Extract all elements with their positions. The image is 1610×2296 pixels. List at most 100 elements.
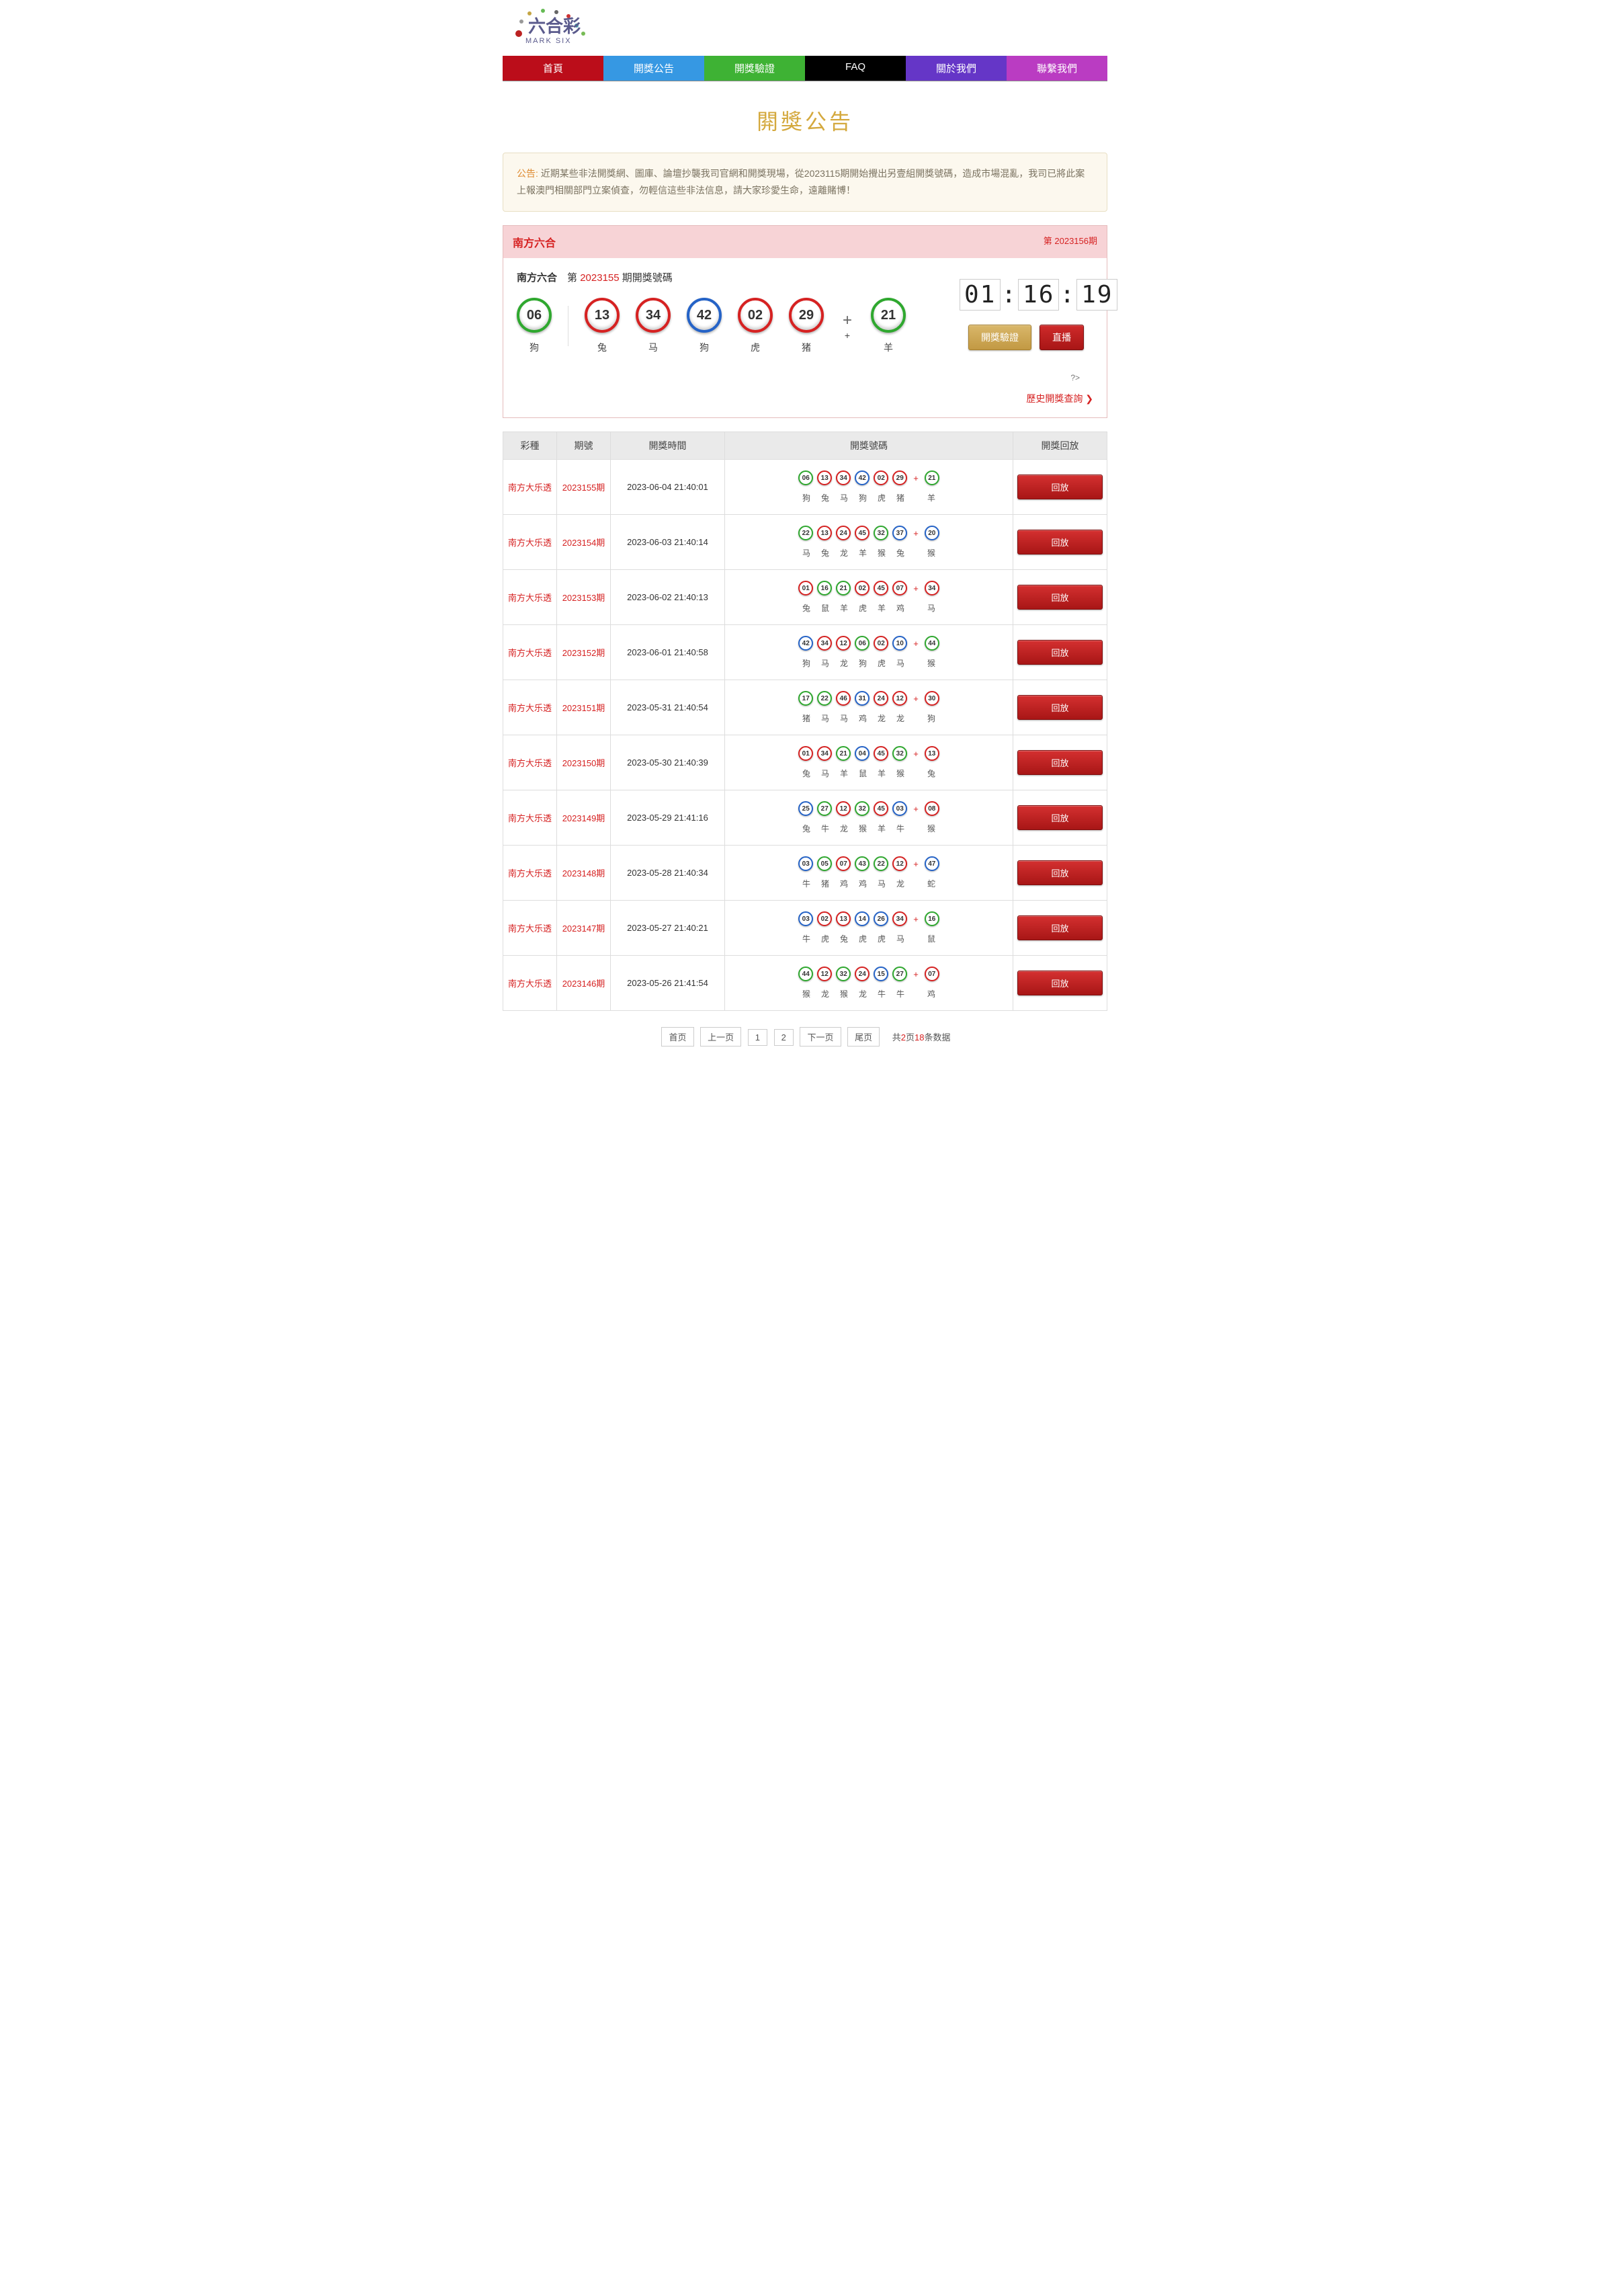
replay-button[interactable]: 回放 [1017,585,1103,610]
mini-ball: 29 [892,470,907,485]
mini-ball: 45 [855,526,870,540]
mini-ball: 25 [798,801,813,816]
nav-home[interactable]: 首頁 [503,56,603,81]
mini-zodiac: 兔 [799,602,814,614]
replay-button[interactable]: 回放 [1017,915,1103,940]
mini-zodiac: 鸡 [855,712,870,724]
mini-zodiac: 猴 [924,547,939,559]
mini-ball: 32 [836,967,851,981]
nav-contact[interactable]: 聯繫我們 [1007,56,1107,81]
mini-ball-special: 34 [925,581,939,596]
table-row: 南方大乐透 2023154期 2023-06-03 21:40:14 22132… [503,515,1107,570]
mini-zodiac: 马 [893,933,908,944]
mini-zodiac: 龙 [837,823,851,834]
mini-zodiac: 鸡 [893,602,908,614]
mini-ball: 43 [855,856,870,871]
mini-ball: 06 [855,636,870,651]
mini-zodiac: 龙 [874,712,889,724]
countdown: 01:16:19 [959,281,1093,309]
replay-button[interactable]: 回放 [1017,971,1103,995]
mini-ball: 05 [817,856,832,871]
ball-number: 34 [636,298,671,333]
cell-issue: 2023146期 [557,956,611,1011]
mini-zodiac: 鼠 [855,768,870,779]
svg-text:六合彩: 六合彩 [528,16,581,36]
verify-button[interactable]: 開獎驗證 [968,325,1031,350]
cell-lottery-name: 南方大乐透 [503,625,557,680]
replay-button[interactable]: 回放 [1017,750,1103,775]
mini-zodiac: 猴 [855,823,870,834]
mini-ball: 02 [874,636,888,651]
cell-numbers: 172246312412+30猪马马鸡龙龙狗 [725,680,1013,735]
mini-ball: 12 [817,967,832,981]
replay-button[interactable]: 回放 [1017,805,1103,830]
plus-icon: + [911,694,921,704]
ball-zodiac: 马 [636,341,671,354]
page-prev[interactable]: 上一页 [700,1027,741,1047]
cell-time: 2023-05-26 21:41:54 [611,956,725,1011]
mini-zodiac: 兔 [818,492,833,503]
cell-numbers: 221324453237+20马兔龙羊猴兔猴 [725,515,1013,570]
ball-zodiac: 狗 [517,341,552,354]
ball-number: 29 [789,298,824,333]
page-1[interactable]: 1 [748,1029,767,1046]
main-nav: 首頁 開獎公告 開獎驗證 FAQ 關於我們 聯繫我們 [503,56,1107,81]
cell-issue: 2023152期 [557,625,611,680]
mini-zodiac: 鸡 [837,878,851,889]
mini-ball: 37 [892,526,907,540]
cell-lottery-name: 南方大乐透 [503,460,557,515]
mini-ball: 45 [874,581,888,596]
mini-ball: 03 [798,911,813,926]
mini-ball: 13 [836,911,851,926]
result-header-left: 南方六合 [513,234,556,250]
mini-zodiac: 猴 [924,823,939,834]
mini-zodiac: 虎 [818,933,833,944]
nav-about[interactable]: 關於我們 [906,56,1007,81]
mini-ball: 12 [892,691,907,706]
th-time: 開獎時間 [611,432,725,460]
mini-ball: 21 [836,581,851,596]
mini-ball: 32 [855,801,870,816]
replay-button[interactable]: 回放 [1017,475,1103,499]
mini-ball: 22 [874,856,888,871]
nav-faq[interactable]: FAQ [805,56,906,81]
live-button[interactable]: 直播 [1040,325,1084,350]
replay-button[interactable]: 回放 [1017,695,1103,720]
cell-issue: 2023153期 [557,570,611,625]
mini-ball: 12 [836,636,851,651]
cell-lottery-name: 南方大乐透 [503,790,557,846]
nav-kaijiang[interactable]: 開獎公告 [603,56,704,81]
mini-zodiac: 马 [837,492,851,503]
mini-ball: 14 [855,911,870,926]
results-table: 彩種 期號 開獎時間 開獎號碼 開獎回放 南方大乐透 2023155期 2023… [503,432,1107,1011]
mini-ball-special: 44 [925,636,939,651]
mini-zodiac: 牛 [818,823,833,834]
table-row: 南方大乐透 2023150期 2023-05-30 21:40:39 01342… [503,735,1107,790]
page-first[interactable]: 首页 [661,1027,693,1047]
nav-yanzheng[interactable]: 開獎驗證 [704,56,805,81]
mini-zodiac: 虎 [874,657,889,669]
mini-ball: 03 [798,856,813,871]
page-next[interactable]: 下一页 [800,1027,841,1047]
replay-button[interactable]: 回放 [1017,640,1103,665]
page-last[interactable]: 尾页 [847,1027,880,1047]
history-link[interactable]: 歷史開獎查詢 [959,392,1093,405]
mini-zodiac: 兔 [799,823,814,834]
mini-zodiac: 羊 [924,492,939,503]
mini-zodiac: 兔 [837,933,851,944]
mini-zodiac: 羊 [837,768,851,779]
mini-zodiac: 狗 [799,657,814,669]
mini-ball-special: 21 [925,470,939,485]
ball-item: 42狗 [687,298,722,354]
mini-ball: 22 [798,526,813,540]
page-2[interactable]: 2 [774,1029,794,1046]
replay-button[interactable]: 回放 [1017,530,1103,555]
special-ball: 21羊 [871,298,906,354]
cell-lottery-name: 南方大乐透 [503,901,557,956]
replay-button[interactable]: 回放 [1017,860,1103,885]
svg-text:MARK SIX: MARK SIX [525,37,572,45]
mini-ball: 17 [798,691,813,706]
mini-ball: 26 [874,911,888,926]
plus-icon: + [911,473,921,483]
mini-ball: 34 [892,911,907,926]
